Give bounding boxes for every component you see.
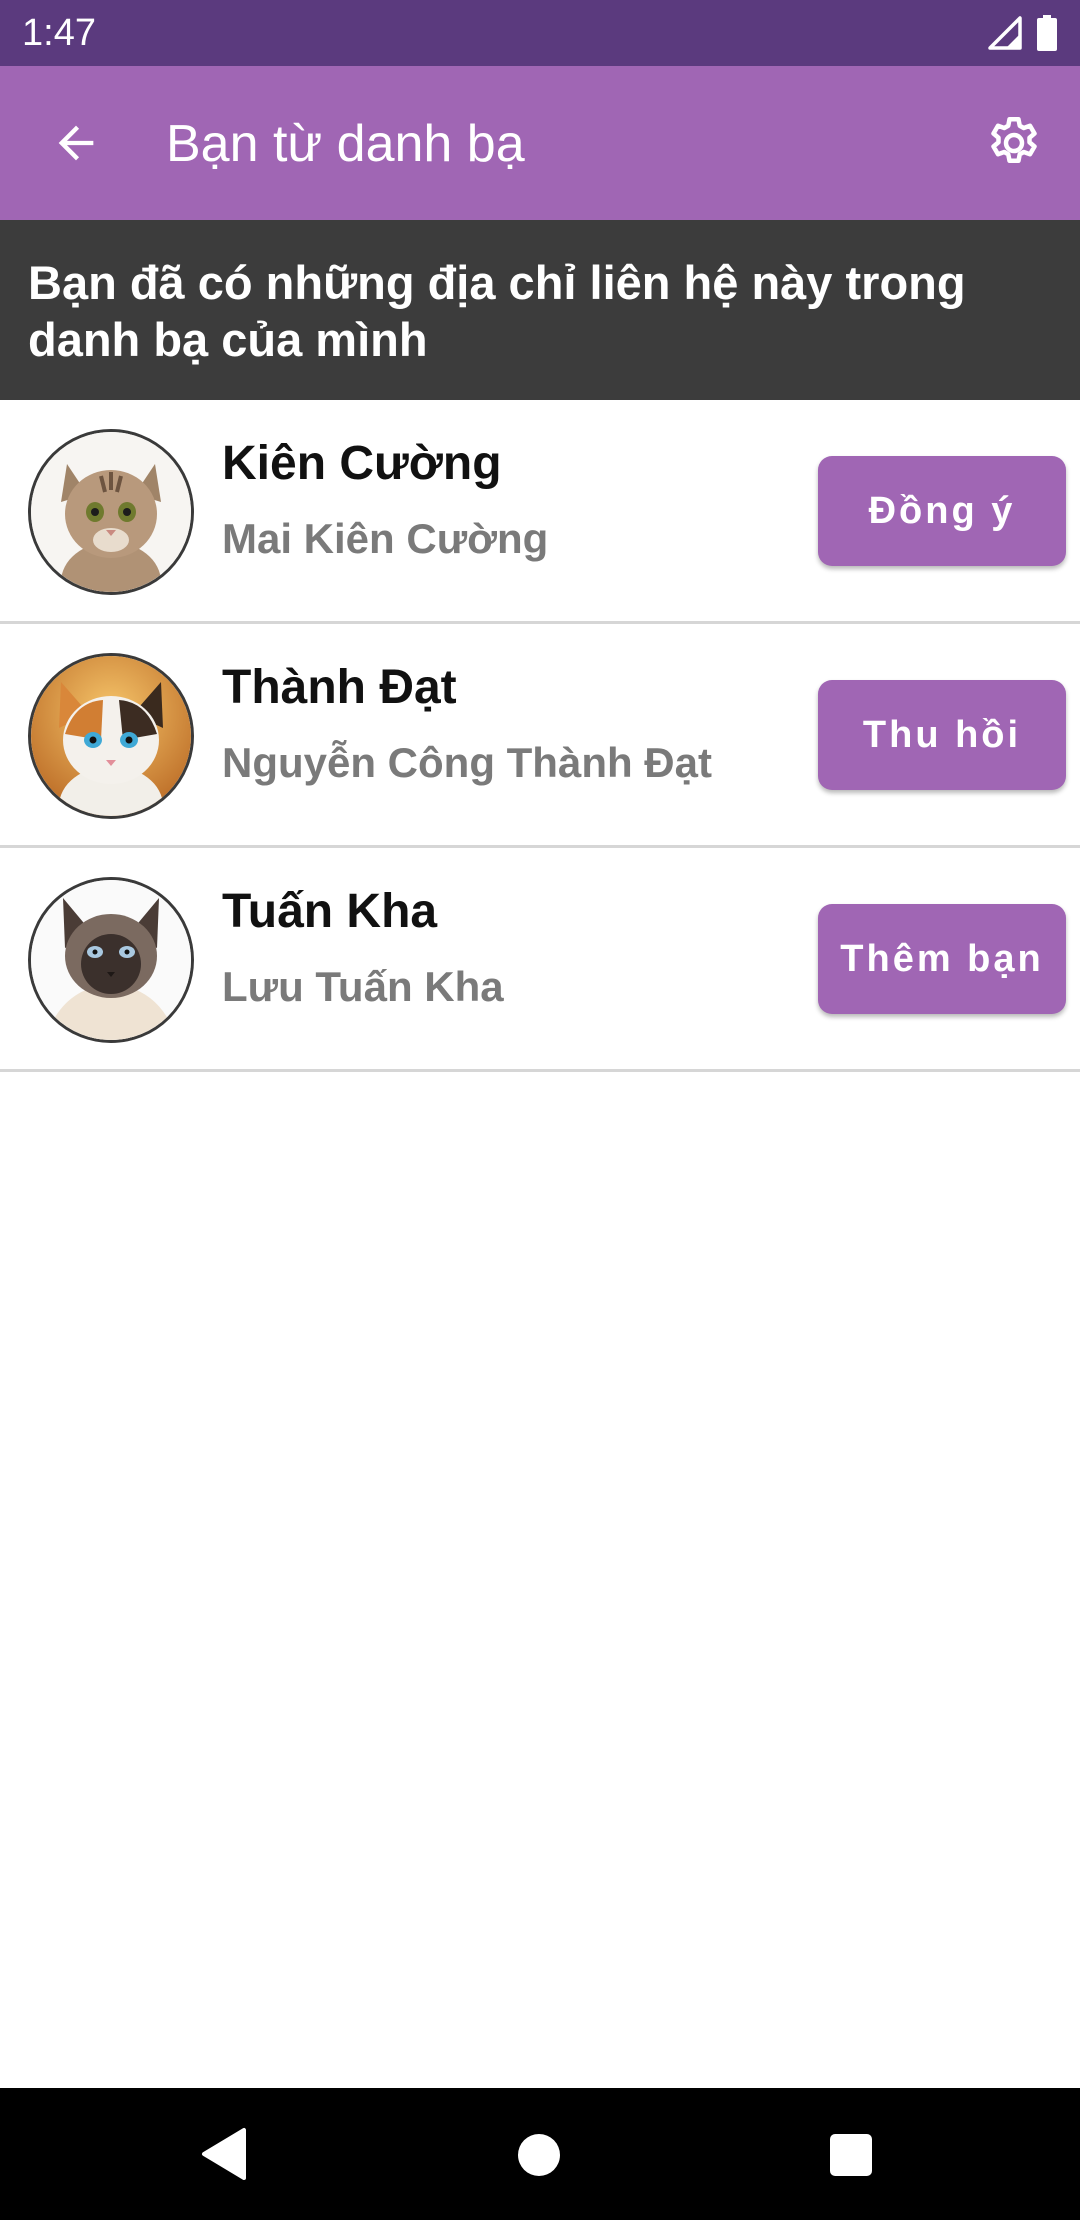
- avatar: [28, 877, 194, 1043]
- contact-name: Thành Đạt: [222, 661, 457, 714]
- list-item[interactable]: Tuấn Kha Lưu Tuấn Kha Thêm bạn: [0, 848, 1080, 1072]
- settings-button[interactable]: [978, 107, 1050, 179]
- contact-name: Kiên Cường: [222, 437, 502, 490]
- back-button[interactable]: [40, 107, 112, 179]
- calico-cat-avatar: [31, 656, 191, 816]
- siamese-cat-avatar: [31, 880, 191, 1040]
- contact-full-name: Nguyễn Công Thành Đạt: [222, 739, 712, 786]
- battery-icon: [1037, 15, 1057, 51]
- avatar: [28, 429, 194, 595]
- nav-recents-icon[interactable]: [830, 2134, 872, 2176]
- tabby-cat-avatar: [31, 432, 191, 592]
- add-friend-button[interactable]: Thêm bạn: [818, 904, 1066, 1014]
- system-nav-bar: [0, 2088, 1080, 2220]
- app-bar: Bạn từ danh bạ: [0, 66, 1080, 220]
- gear-icon: [991, 117, 1037, 163]
- list-item[interactable]: Kiên Cường Mai Kiên Cường Đồng ý: [0, 400, 1080, 624]
- status-bar: 1:47: [0, 0, 1080, 66]
- contact-full-name: Lưu Tuấn Kha: [222, 963, 504, 1010]
- page-title: Bạn từ danh bạ: [166, 115, 525, 173]
- contact-full-name: Mai Kiên Cường: [222, 515, 549, 562]
- nav-back-icon[interactable]: [200, 2126, 246, 2182]
- accept-button[interactable]: Đồng ý: [818, 456, 1066, 566]
- status-icons: [988, 14, 1058, 52]
- signal-icon: [988, 16, 1022, 50]
- contact-list: Kiên Cường Mai Kiên Cường Đồng ý Thành Đ…: [0, 400, 1080, 1072]
- revoke-button[interactable]: Thu hồi: [818, 680, 1066, 790]
- status-time: 1:47: [22, 12, 96, 54]
- nav-home-icon[interactable]: [518, 2134, 560, 2176]
- avatar: [28, 653, 194, 819]
- info-banner: Bạn đã có những địa chỉ liên hệ này tron…: [0, 220, 1080, 400]
- list-item[interactable]: Thành Đạt Nguyễn Công Thành Đạt Thu hồi: [0, 624, 1080, 848]
- contact-name: Tuấn Kha: [222, 885, 438, 938]
- arrow-back-icon: [58, 125, 94, 161]
